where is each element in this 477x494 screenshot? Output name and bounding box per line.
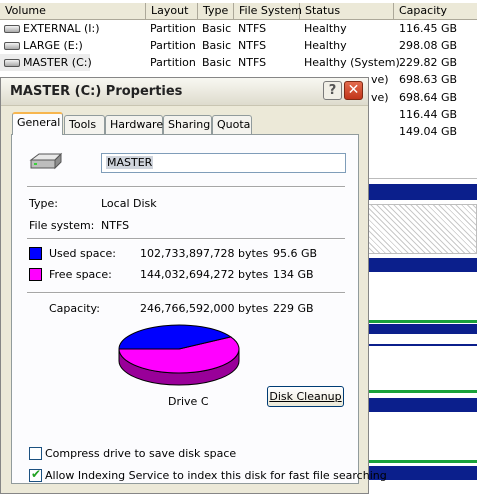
free-space-bytes: 144,032,694,272 bytes (140, 268, 269, 281)
drive-icon (4, 59, 20, 67)
disk-usage-pie-chart (118, 324, 240, 386)
volume-row[interactable]: LARGE (E:) Partition Basic NTFS Healthy … (0, 37, 477, 54)
used-space-swatch (29, 247, 42, 260)
volume-status: Healthy (304, 22, 347, 35)
disk-map-bar (368, 344, 477, 346)
drive-icon (4, 25, 20, 33)
volume-type: Basic (202, 22, 232, 35)
free-space-label: Free space: (49, 268, 112, 281)
tab-quota[interactable]: Quota (212, 115, 252, 134)
file-system-label: File system: (29, 219, 95, 232)
checkmark-icon: ✔ (31, 467, 42, 481)
volume-capacity: 149.04 GB (399, 125, 458, 138)
volume-status: Healthy (304, 39, 347, 52)
help-button[interactable]: ? (323, 81, 342, 100)
disk-map-bar (368, 324, 477, 334)
disk-map-bar (368, 398, 477, 412)
free-space-gb: 134 GB (273, 268, 314, 281)
divider (27, 292, 345, 294)
tab-tools[interactable]: Tools (64, 115, 105, 134)
volume-capacity: 698.64 GB (399, 91, 458, 104)
close-icon: ✕ (347, 82, 360, 98)
free-space-swatch (29, 268, 42, 281)
volume-layout: Partition (150, 39, 196, 52)
volume-name-input[interactable]: MASTER (101, 153, 346, 173)
volume-capacity: 116.44 GB (399, 108, 458, 121)
tab-general[interactable]: General (12, 112, 63, 135)
disk-map-green-bar (368, 390, 477, 393)
volume-fs: NTFS (238, 56, 267, 69)
compress-checkbox[interactable] (29, 447, 42, 460)
volume-capacity: 116.45 GB (399, 22, 458, 35)
volume-name: MASTER (C:) (23, 56, 92, 69)
dialog-title: MASTER (C:) Properties (10, 84, 183, 99)
help-icon: ? (328, 83, 337, 98)
type-value: Local Disk (101, 197, 157, 210)
volume-list-header: Volume Layout Type File System Status Ca… (0, 3, 477, 20)
column-header-status[interactable]: Status (300, 3, 394, 19)
type-label: Type: (29, 197, 58, 210)
disk-map-unallocated (368, 204, 477, 254)
volume-layout: Partition (150, 56, 196, 69)
capacity-bytes: 246,766,592,000 bytes (140, 302, 269, 315)
volume-status: ve) (371, 91, 389, 104)
volume-fs: NTFS (238, 22, 267, 35)
tab-hardware[interactable]: Hardware (105, 115, 163, 134)
disk-map-green-bar (368, 320, 477, 323)
disk-map-bar (368, 258, 477, 272)
volume-name-text: MASTER (106, 156, 154, 169)
volume-name: LARGE (E:) (23, 39, 83, 52)
volume-capacity: 298.08 GB (399, 39, 458, 52)
volume-status: ve) (371, 73, 389, 86)
volume-name: EXTERNAL (I:) (23, 22, 100, 35)
volume-row[interactable]: EXTERNAL (I:) Partition Basic NTFS Healt… (0, 20, 477, 37)
close-button[interactable]: ✕ (344, 81, 363, 100)
indexing-label: Allow Indexing Service to index this dis… (45, 469, 387, 482)
volume-row[interactable]: MASTER (C:) Partition Basic NTFS Healthy… (0, 54, 477, 71)
indexing-checkbox[interactable]: ✔ (29, 467, 42, 482)
compress-label: Compress drive to save disk space (45, 447, 237, 460)
volume-type: Basic (202, 56, 232, 69)
volume-capacity: 698.63 GB (399, 73, 458, 86)
volume-fs: NTFS (238, 39, 267, 52)
volume-status: Healthy (System) (304, 56, 400, 69)
capacity-label: Capacity: (49, 302, 100, 315)
drive-label: Drive C (168, 395, 209, 408)
volume-capacity: 229.82 GB (399, 56, 458, 69)
capacity-gb: 229 GB (273, 302, 314, 315)
used-space-label: Used space: (49, 247, 117, 260)
properties-dialog: MASTER (C:) Properties ? ✕ General Tools… (0, 77, 387, 494)
hard-drive-icon (29, 152, 63, 170)
volume-layout: Partition (150, 22, 196, 35)
disk-cleanup-label: Disk Cleanup (269, 390, 342, 403)
column-header-capacity[interactable]: Capacity (394, 3, 477, 19)
tab-sharing[interactable]: Sharing (163, 115, 212, 134)
disk-map-bar (368, 184, 477, 200)
used-space-bytes: 102,733,897,728 bytes (140, 247, 269, 260)
column-header-volume[interactable]: Volume (0, 3, 146, 19)
file-system-value: NTFS (101, 219, 130, 232)
divider (27, 186, 345, 188)
drive-icon (4, 42, 20, 50)
disk-cleanup-button[interactable]: Disk Cleanup (267, 386, 344, 407)
column-header-type[interactable]: Type (198, 3, 234, 19)
volume-type: Basic (202, 39, 232, 52)
column-header-layout[interactable]: Layout (146, 3, 198, 19)
column-header-file-system[interactable]: File System (234, 3, 302, 19)
dialog-titlebar[interactable]: MASTER (C:) Properties ? ✕ (1, 78, 368, 106)
disk-map-green-bar (368, 460, 477, 463)
divider (27, 238, 345, 240)
used-space-gb: 95.6 GB (273, 247, 318, 260)
